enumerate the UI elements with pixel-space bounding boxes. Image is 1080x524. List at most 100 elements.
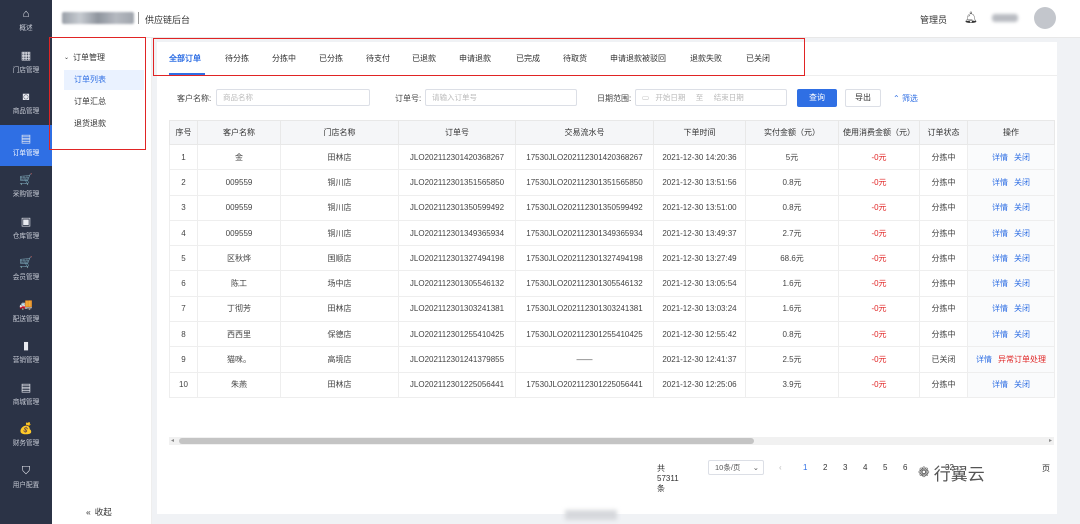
table-cell: 分拣中	[919, 245, 968, 272]
table-cell: 2021-12-30 12:25:06	[653, 371, 746, 398]
submenu-item-refund[interactable]: 退货退款	[64, 114, 144, 134]
admin-menu[interactable]: 管理员	[920, 13, 947, 26]
tab[interactable]: 待支付	[366, 53, 390, 64]
close-link[interactable]: 关闭	[1014, 153, 1030, 162]
detail-link[interactable]: 详情	[976, 355, 992, 364]
tab[interactable]: 退款失败	[690, 53, 722, 64]
search-button[interactable]: 查询	[797, 89, 837, 107]
table-cell: 2021-12-30 13:49:37	[653, 219, 746, 247]
close-link[interactable]: 关闭	[1014, 254, 1030, 263]
tab[interactable]: 全部订单	[169, 53, 201, 64]
nav-item[interactable]: ▣ 仓库管理	[0, 208, 52, 250]
page-number[interactable]: 6	[903, 463, 907, 472]
table-cell: 9	[169, 346, 198, 373]
close-link[interactable]: 关闭	[1014, 229, 1030, 238]
customer-input[interactable]: 商品名称	[216, 89, 370, 106]
close-link[interactable]: 关闭	[1014, 304, 1030, 313]
nav-item[interactable]: ⌂ 概述	[0, 0, 52, 42]
nav-item[interactable]: ▮ 营销管理	[0, 332, 52, 374]
table-row: 9 猫咪。 高境店 JLO202112301241379855 —— 2021-12-30…	[169, 346, 1055, 373]
collapse-label: 收起	[94, 507, 112, 517]
nav-item-label: 会员管理	[12, 274, 40, 282]
row-actions: 详情 关闭	[967, 371, 1055, 398]
nav-item[interactable]: ▦ 门店管理	[0, 42, 52, 84]
table-cell: 铜川店	[280, 169, 399, 196]
nav-item[interactable]: ◙ 商品管理	[0, 83, 52, 125]
detail-link[interactable]: 详情	[992, 330, 1008, 339]
nav-item[interactable]: 🛒 采购管理	[0, 166, 52, 208]
submenu-group-orders[interactable]: ⌄ 订单管理	[64, 52, 105, 63]
filter-toggle[interactable]: ⌃ 筛选	[893, 93, 918, 104]
table-cell: 17530JLO202112301350599492	[515, 194, 654, 221]
detail-link[interactable]: 详情	[992, 254, 1008, 263]
table-cell: 4	[169, 219, 198, 247]
table-cell: 7	[169, 295, 198, 323]
start-date: 开始日期	[655, 93, 686, 102]
horizontal-scrollbar[interactable]: ◂ ▸	[169, 437, 1054, 445]
page-number[interactable]: 2	[823, 463, 827, 472]
table-cell: 2	[169, 169, 198, 196]
submenu-item-order-summary[interactable]: 订单汇总	[64, 92, 144, 112]
page-number[interactable]: 4	[863, 463, 867, 472]
collapse-button[interactable]: « 收起	[86, 506, 112, 518]
row-actions: 详情 关闭	[967, 321, 1055, 348]
page-number[interactable]: 5	[883, 463, 887, 472]
bell-icon[interactable]: 🔔︎	[964, 11, 978, 24]
tab[interactable]: 已完成	[516, 53, 540, 64]
close-link[interactable]: 关闭	[1014, 330, 1030, 339]
tab[interactable]: 已退款	[412, 53, 436, 64]
nav-item[interactable]: 🛒 会员管理	[0, 249, 52, 291]
abnormal-order-link[interactable]: 异常订单处理	[998, 355, 1046, 364]
scrollbar-thumb[interactable]	[179, 438, 754, 444]
avatar[interactable]	[1034, 7, 1056, 29]
detail-link[interactable]: 详情	[992, 279, 1008, 288]
export-button[interactable]: 导出	[845, 89, 881, 107]
page-size-value: 10条/页	[715, 463, 741, 472]
page-size-select[interactable]: 10条/页 ⌄	[708, 460, 764, 475]
watermark-text: 行翼云	[933, 465, 985, 484]
detail-link[interactable]: 详情	[992, 304, 1008, 313]
nav-item[interactable]: ▤ 商城管理	[0, 374, 52, 416]
detail-link[interactable]: 详情	[992, 380, 1008, 389]
tab[interactable]: 分拣中	[272, 53, 296, 64]
nav-item[interactable]: 💰 财务管理	[0, 415, 52, 457]
detail-link[interactable]: 详情	[992, 229, 1008, 238]
detail-link[interactable]: 详情	[992, 178, 1008, 187]
tab[interactable]: 已分拣	[319, 53, 343, 64]
close-link[interactable]: 关闭	[1014, 380, 1030, 389]
page-number[interactable]: 3	[843, 463, 847, 472]
close-link[interactable]: 关闭	[1014, 279, 1030, 288]
calendar-icon: ▭	[642, 93, 650, 102]
table-cell: 猫咪。	[197, 346, 281, 373]
scroll-right-icon[interactable]: ▸	[1049, 437, 1052, 445]
table-cell: 17530JLO202112301255410425	[515, 321, 654, 348]
close-link[interactable]: 关闭	[1014, 203, 1030, 212]
nav-item[interactable]: ⛉ 用户配置	[0, 457, 52, 499]
tab[interactable]: 待分拣	[225, 53, 249, 64]
scroll-left-icon[interactable]: ◂	[171, 437, 174, 445]
nav-item[interactable]: 🚚 配送管理	[0, 291, 52, 333]
chevron-down-icon: ⌄	[64, 55, 70, 61]
nav-item[interactable]: ▤ 订单管理	[0, 124, 52, 166]
close-link[interactable]: 关闭	[1014, 178, 1030, 187]
submenu-item-order-list[interactable]: 订单列表	[64, 70, 144, 90]
date-range-picker[interactable]: ▭ 开始日期 至 结束日期	[635, 89, 787, 106]
tab[interactable]: 申请退款	[459, 53, 491, 64]
detail-link[interactable]: 详情	[992, 203, 1008, 212]
detail-link[interactable]: 详情	[992, 153, 1008, 162]
table-row: 1 金田林店 JLO202112301420368267 17530JLO202112…	[169, 143, 1055, 171]
table-cell: 10	[169, 371, 198, 398]
table-cell: 丁彻芳	[197, 295, 281, 323]
table-cell: 已关闭	[919, 346, 968, 373]
order-no-input[interactable]: 请输入订单号	[425, 89, 577, 106]
tab[interactable]: 已关闭	[746, 53, 770, 64]
prev-page-button[interactable]: ‹	[779, 463, 782, 472]
table-cell: 1	[169, 143, 198, 171]
row-actions: 详情 关闭	[967, 270, 1055, 297]
page-number[interactable]: 1	[803, 463, 807, 472]
nav-item-label: 配送管理	[12, 315, 40, 323]
tab[interactable]: 申请退款被驳回	[610, 53, 666, 64]
tab[interactable]: 待取货	[563, 53, 587, 64]
table-row: 4 009559 铜川店 JLO202112301349365934 17530JLO2…	[169, 219, 1055, 247]
table-cell: 区秋烨	[197, 245, 281, 272]
